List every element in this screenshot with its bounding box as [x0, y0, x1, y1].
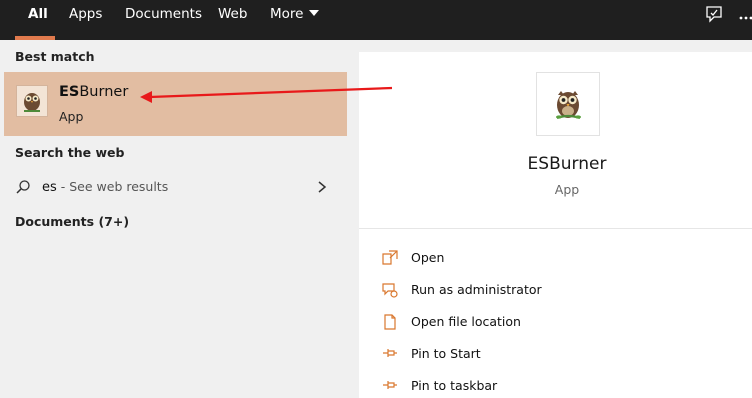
action-run-as-administrator[interactable]: Run as administrator	[381, 279, 741, 301]
app-preview-panel: ESBurner App Open Run as administrator O…	[359, 52, 752, 398]
best-match-result[interactable]: ESBurner App	[4, 72, 347, 136]
file-location-icon	[384, 314, 396, 330]
preview-app-title: ESBurner	[527, 154, 607, 174]
best-match-type: App	[59, 109, 84, 124]
action-open-label: Open	[411, 250, 445, 265]
action-run-as-administrator-label: Run as administrator	[411, 282, 542, 297]
open-icon	[382, 250, 398, 265]
best-match-name-rest: Burner	[79, 84, 129, 100]
pin-icon	[383, 349, 397, 357]
feedback-icon[interactable]	[704, 4, 724, 26]
best-match-heading: Best match	[15, 49, 95, 64]
action-pin-to-taskbar[interactable]: Pin to taskbar	[381, 375, 741, 397]
shield-icon	[382, 283, 398, 298]
tab-apps[interactable]: Apps	[69, 0, 102, 40]
preview-app-type: App	[554, 182, 580, 197]
web-search-text: es - See web results	[42, 179, 168, 195]
best-match-name-highlight: ES	[59, 84, 80, 100]
action-pin-to-start-label: Pin to Start	[411, 346, 481, 361]
tab-web[interactable]: Web	[218, 0, 247, 40]
action-open[interactable]: Open	[381, 247, 741, 269]
action-open-file-location[interactable]: Open file location	[381, 311, 741, 333]
owl-app-icon-large	[536, 72, 600, 136]
search-the-web-heading: Search the web	[15, 145, 125, 160]
tab-all[interactable]: All	[28, 0, 48, 40]
divider	[359, 228, 752, 229]
best-match-name: ESBurner	[59, 84, 128, 100]
documents-heading[interactable]: Documents (7+)	[15, 214, 129, 229]
chevron-right-icon[interactable]	[316, 180, 328, 194]
search-icon	[16, 180, 30, 194]
search-results-panel: Best match ESBurner App Search the web e…	[0, 40, 347, 398]
web-search-hint: - See web results	[56, 179, 169, 194]
web-search-result[interactable]: es - See web results	[0, 172, 347, 202]
tab-more[interactable]: More	[270, 0, 320, 40]
action-pin-to-start[interactable]: Pin to Start	[381, 343, 741, 365]
pin-icon	[383, 381, 397, 389]
owl-app-icon	[16, 85, 48, 117]
more-options-icon[interactable]	[738, 4, 752, 26]
action-pin-to-taskbar-label: Pin to taskbar	[411, 378, 498, 393]
chevron-down-icon	[309, 10, 320, 16]
action-open-file-location-label: Open file location	[411, 314, 521, 329]
tab-documents[interactable]: Documents	[125, 0, 202, 40]
tab-more-label: More	[270, 6, 304, 22]
web-search-query: es	[42, 180, 57, 195]
search-tab-bar: All Apps Documents Web More	[0, 0, 752, 40]
